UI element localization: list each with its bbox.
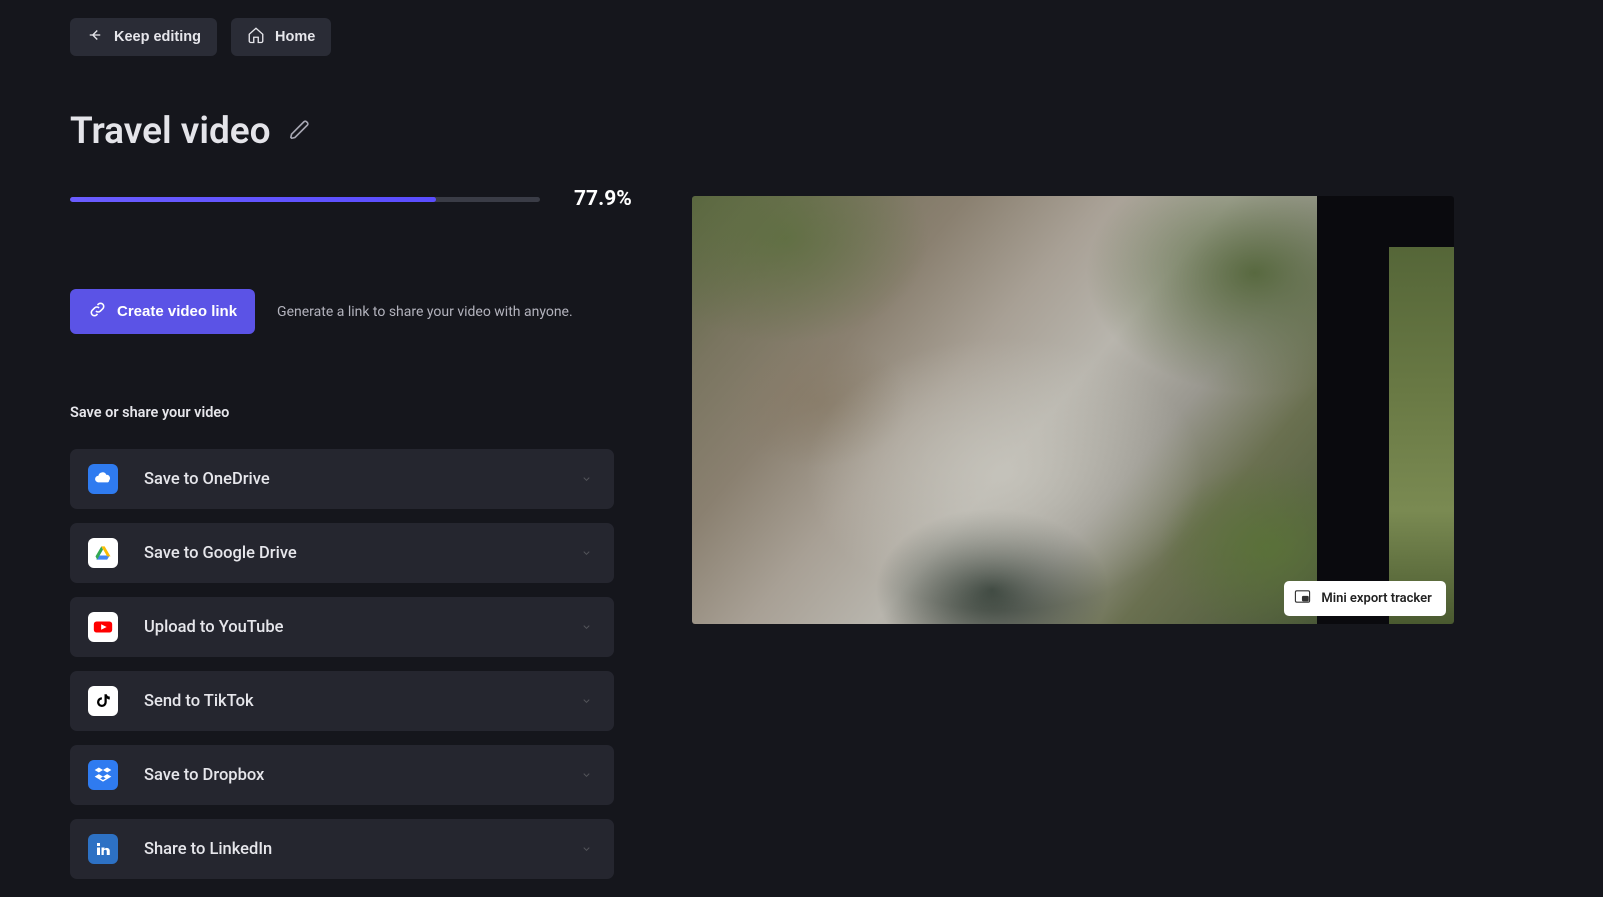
preview-edge — [1389, 247, 1454, 624]
share-option-youtube[interactable]: Upload to YouTube — [70, 597, 614, 657]
progress-percent: 77.9% — [574, 187, 632, 211]
video-preview: Mini export tracker — [692, 196, 1454, 624]
share-option-label: Send to TikTok — [144, 692, 254, 711]
share-option-label: Save to Google Drive — [144, 544, 297, 563]
share-option-tiktok[interactable]: Send to TikTok — [70, 671, 614, 731]
create-video-link-button[interactable]: Create video link — [70, 289, 255, 334]
create-video-link-label: Create video link — [117, 303, 237, 320]
mini-export-tracker-label: Mini export tracker — [1321, 591, 1431, 606]
keep-editing-label: Keep editing — [114, 29, 201, 45]
share-option-label: Save to Dropbox — [144, 766, 264, 785]
chevron-down-icon — [581, 618, 592, 637]
share-link-row: Create video link Generate a link to sha… — [70, 289, 632, 334]
share-option-label: Upload to YouTube — [144, 618, 283, 637]
share-option-label: Share to LinkedIn — [144, 840, 272, 859]
share-options-list: Save to OneDrive Save to Google Drive Uplo… — [70, 449, 632, 879]
progress-fill — [70, 197, 436, 202]
share-link-description: Generate a link to share your video with… — [277, 304, 573, 320]
onedrive-icon — [88, 464, 118, 494]
linkedin-icon — [88, 834, 118, 864]
dropbox-icon — [88, 760, 118, 790]
mini-export-tracker-button[interactable]: Mini export tracker — [1284, 581, 1445, 616]
share-option-linkedin[interactable]: Share to LinkedIn — [70, 819, 614, 879]
chevron-down-icon — [581, 840, 592, 859]
share-section-heading: Save or share your video — [70, 404, 632, 421]
share-option-dropbox[interactable]: Save to Dropbox — [70, 745, 614, 805]
googledrive-icon — [88, 538, 118, 568]
share-option-label: Save to OneDrive — [144, 470, 270, 489]
chevron-down-icon — [581, 544, 592, 563]
share-option-onedrive[interactable]: Save to OneDrive — [70, 449, 614, 509]
preview-frame — [692, 196, 1317, 624]
chevron-down-icon — [581, 470, 592, 489]
chevron-down-icon — [581, 766, 592, 785]
project-title: Travel video — [70, 110, 271, 153]
home-label: Home — [275, 29, 315, 45]
header-actions: Keep editing Home — [70, 18, 632, 56]
home-button[interactable]: Home — [231, 18, 331, 56]
edit-title-button[interactable] — [289, 119, 311, 145]
chevron-down-icon — [581, 692, 592, 711]
link-icon — [88, 300, 107, 323]
pip-icon — [1294, 588, 1311, 609]
share-option-googledrive[interactable]: Save to Google Drive — [70, 523, 614, 583]
youtube-icon — [88, 612, 118, 642]
home-icon — [247, 26, 265, 48]
progress-bar — [70, 197, 540, 202]
keep-editing-button[interactable]: Keep editing — [70, 18, 217, 56]
tiktok-icon — [88, 686, 118, 716]
arrow-left-icon — [86, 26, 104, 48]
export-progress: 77.9% — [70, 187, 632, 211]
title-row: Travel video — [70, 110, 632, 153]
